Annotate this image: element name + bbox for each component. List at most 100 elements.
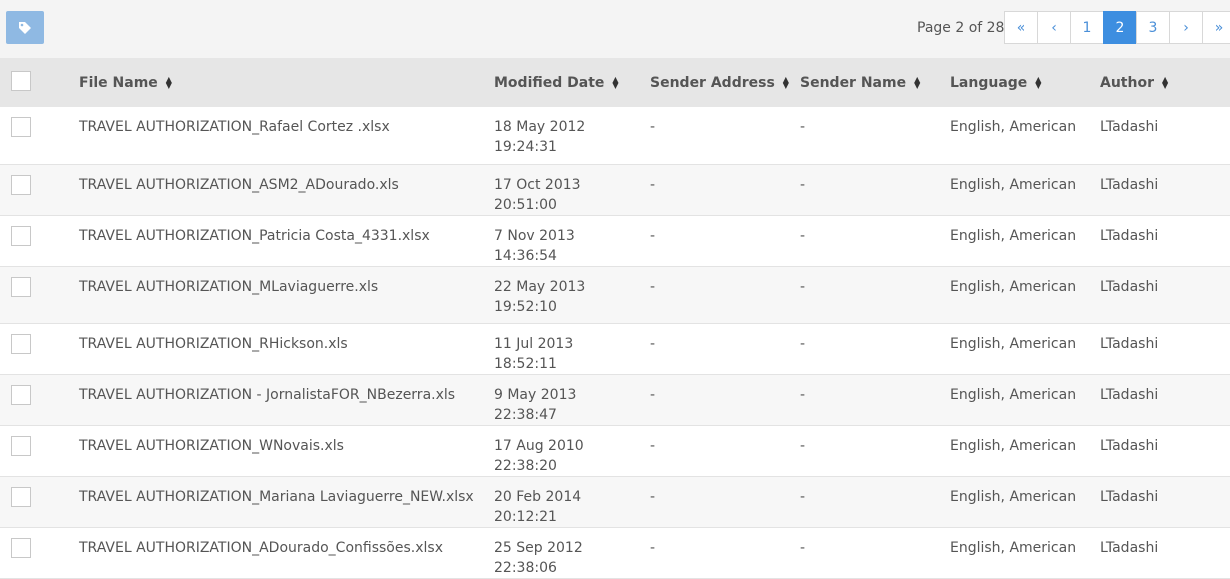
files-table: File Name ▲ ▼ Modified Date ▲ ▼ Sender Addre… xyxy=(0,58,1230,579)
modified-date-cell: 20 Feb 2014 20:12:21 xyxy=(494,488,582,525)
page-info: Page 2 of 28 xyxy=(917,20,1005,36)
sender-name-cell: - xyxy=(800,539,806,556)
row-checkbox-cell xyxy=(0,266,79,323)
sender-address-cell: - xyxy=(650,386,656,403)
sender-name-cell: - xyxy=(800,278,806,295)
sender-address-cell: - xyxy=(650,227,656,244)
language-cell: English, American xyxy=(950,335,1077,352)
file-name-cell[interactable]: TRAVEL AUTHORIZATION_RHickson.xls xyxy=(79,323,494,374)
header-author[interactable]: Author ▲ ▼ xyxy=(1100,58,1230,107)
sender-address-cell: - xyxy=(650,539,656,556)
author-cell: LTadashi xyxy=(1100,227,1159,244)
header-sender-name[interactable]: Sender Name ▲ ▼ xyxy=(800,58,950,107)
table-row[interactable]: TRAVEL AUTHORIZATION_ASM2_ADourado.xls 17… xyxy=(0,164,1230,215)
row-checkbox-cell xyxy=(0,527,79,578)
header-modified-date[interactable]: Modified Date ▲ ▼ xyxy=(494,58,650,107)
page-first-button[interactable]: « xyxy=(1004,11,1038,44)
sender-address-cell: - xyxy=(650,488,656,505)
author-cell: LTadashi xyxy=(1100,386,1159,403)
table-row[interactable]: TRAVEL AUTHORIZATION_Patricia Costa_4331… xyxy=(0,215,1230,266)
author-cell: LTadashi xyxy=(1100,539,1159,556)
header-sender-address[interactable]: Sender Address ▲ ▼ xyxy=(650,58,800,107)
file-name-cell[interactable]: TRAVEL AUTHORIZATION_WNovais.xls xyxy=(79,425,494,476)
language-cell: English, American xyxy=(950,176,1077,193)
row-checkbox[interactable] xyxy=(11,384,31,405)
row-checkbox[interactable] xyxy=(11,174,31,195)
sort-icon: ▲ ▼ xyxy=(1035,74,1042,90)
modified-date-cell: 22 May 2013 19:52:10 xyxy=(494,278,586,315)
row-checkbox[interactable] xyxy=(11,276,31,297)
modified-date-cell: 17 Aug 2010 22:38:20 xyxy=(494,437,584,474)
row-checkbox-cell xyxy=(0,164,79,215)
sort-icon: ▲ ▼ xyxy=(612,74,619,90)
author-cell: LTadashi xyxy=(1100,488,1159,505)
row-checkbox[interactable] xyxy=(11,537,31,558)
page-3-button[interactable]: 3 xyxy=(1136,11,1170,44)
page-next-button[interactable]: › xyxy=(1169,11,1203,44)
row-checkbox[interactable] xyxy=(11,435,31,456)
table-row[interactable]: TRAVEL AUTHORIZATION - JornalistaFOR_NBe… xyxy=(0,374,1230,425)
sender-address-cell: - xyxy=(650,278,656,295)
table-row[interactable]: TRAVEL AUTHORIZATION_Rafael Cortez .xlsx… xyxy=(0,107,1230,164)
file-name-cell[interactable]: TRAVEL AUTHORIZATION_MLaviaguerre.xls xyxy=(79,266,494,323)
page-prev-button[interactable]: ‹ xyxy=(1037,11,1071,44)
modified-date-cell: 11 Jul 2013 18:52:11 xyxy=(494,335,574,372)
language-cell: English, American xyxy=(950,227,1077,244)
pagination: « ‹ 1 2 3 › » xyxy=(1004,11,1230,44)
author-cell: LTadashi xyxy=(1100,278,1159,295)
modified-date-cell: 7 Nov 2013 14:36:54 xyxy=(494,227,575,264)
page-last-button[interactable]: » xyxy=(1202,11,1230,44)
toolbar: Page 2 of 28 « ‹ 1 2 3 › » xyxy=(0,0,1230,58)
row-checkbox-cell xyxy=(0,107,79,164)
file-name-cell[interactable]: TRAVEL AUTHORIZATION_ADourado_Confissões… xyxy=(79,527,494,578)
table-row[interactable]: TRAVEL AUTHORIZATION_RHickson.xls 11 Jul … xyxy=(0,323,1230,374)
sender-address-cell: - xyxy=(650,176,656,193)
row-checkbox[interactable] xyxy=(11,225,31,246)
file-name-cell[interactable]: TRAVEL AUTHORIZATION - JornalistaFOR_NBe… xyxy=(79,374,494,425)
table-row[interactable]: TRAVEL AUTHORIZATION_Mariana Laviaguerre… xyxy=(0,476,1230,527)
sender-name-cell: - xyxy=(800,119,806,135)
tag-icon xyxy=(19,21,31,34)
row-checkbox-cell xyxy=(0,323,79,374)
sender-address-cell: - xyxy=(650,437,656,454)
language-cell: English, American xyxy=(950,488,1077,505)
sender-name-cell: - xyxy=(800,176,806,193)
sender-name-cell: - xyxy=(800,386,806,403)
header-language[interactable]: Language ▲ ▼ xyxy=(950,58,1100,107)
row-checkbox[interactable] xyxy=(11,333,31,354)
modified-date-cell: 9 May 2013 22:38:47 xyxy=(494,386,577,423)
author-cell: LTadashi xyxy=(1100,176,1159,193)
table-row[interactable]: TRAVEL AUTHORIZATION_ADourado_Confissões… xyxy=(0,527,1230,578)
file-name-cell[interactable]: TRAVEL AUTHORIZATION_Patricia Costa_4331… xyxy=(79,215,494,266)
sort-icon: ▲ ▼ xyxy=(914,74,921,90)
sort-icon: ▲ ▼ xyxy=(782,74,789,90)
table-row[interactable]: TRAVEL AUTHORIZATION_MLaviaguerre.xls 22 … xyxy=(0,266,1230,323)
language-cell: English, American xyxy=(950,119,1077,135)
file-name-cell[interactable]: TRAVEL AUTHORIZATION_Rafael Cortez .xlsx xyxy=(79,107,494,164)
table-row[interactable]: TRAVEL AUTHORIZATION_WNovais.xls 17 Aug 2… xyxy=(0,425,1230,476)
page-1-button[interactable]: 1 xyxy=(1070,11,1104,44)
row-checkbox-cell xyxy=(0,476,79,527)
modified-date-cell: 17 Oct 2013 20:51:00 xyxy=(494,176,581,213)
header-checkbox-cell xyxy=(0,58,79,107)
select-all-checkbox[interactable] xyxy=(11,71,31,91)
author-cell: LTadashi xyxy=(1100,335,1159,352)
sort-icon: ▲ ▼ xyxy=(165,74,172,90)
row-checkbox-cell xyxy=(0,215,79,266)
language-cell: English, American xyxy=(950,437,1077,454)
row-checkbox-cell xyxy=(0,374,79,425)
page-2-button[interactable]: 2 xyxy=(1103,11,1137,44)
row-checkbox[interactable] xyxy=(11,117,31,137)
sender-name-cell: - xyxy=(800,437,806,454)
modified-date-cell: 18 May 2012 19:24:31 xyxy=(494,119,586,155)
file-name-cell[interactable]: TRAVEL AUTHORIZATION_Mariana Laviaguerre… xyxy=(79,476,494,527)
sender-address-cell: - xyxy=(650,335,656,352)
language-cell: English, American xyxy=(950,386,1077,403)
header-file-name[interactable]: File Name ▲ ▼ xyxy=(79,58,494,107)
tag-button[interactable] xyxy=(6,11,44,44)
sender-address-cell: - xyxy=(650,119,656,135)
sender-name-cell: - xyxy=(800,335,806,352)
row-checkbox-cell xyxy=(0,425,79,476)
file-name-cell[interactable]: TRAVEL AUTHORIZATION_ASM2_ADourado.xls xyxy=(79,164,494,215)
row-checkbox[interactable] xyxy=(11,486,31,507)
